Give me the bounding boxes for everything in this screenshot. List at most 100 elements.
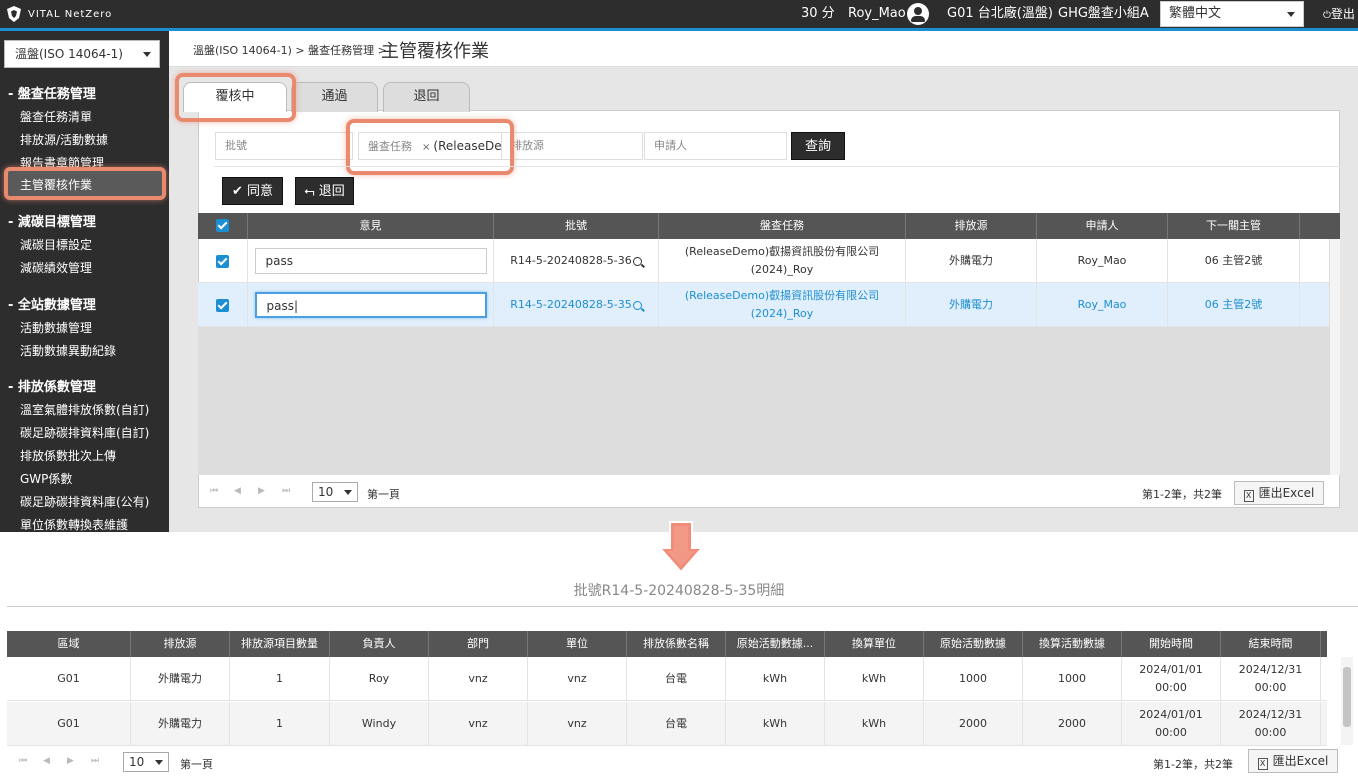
sidebar-item-cf-custom[interactable]: 碳足跡碳排資料庫(自訂) [20, 424, 149, 441]
detail-col[interactable]: 原始活動數據 [924, 631, 1023, 657]
detail-col[interactable]: 結束時間 [1221, 631, 1321, 657]
reject-button[interactable]: ⮢ 退回 [295, 177, 354, 205]
row-checkbox[interactable] [216, 298, 229, 312]
query-button[interactable]: 查詢 [791, 132, 845, 160]
detail-col[interactable]: 換算活動數據 [1023, 631, 1122, 657]
task-cell-line1: (ReleaseDemo)叡揚資訊股份有限公司 [684, 289, 880, 302]
grid-empty-area [198, 327, 1329, 475]
opinion-input-focused[interactable]: pass| [254, 292, 487, 318]
sidebar-section-factor[interactable]: - 排放係數管理 [8, 376, 96, 395]
chevron-down-icon [143, 52, 151, 57]
logout-label: 登出 [1330, 7, 1355, 21]
sidebar-item-ghg-factor[interactable]: 溫室氣體排放係數(自訂) [20, 401, 149, 418]
col-task[interactable]: 盤查任務 [659, 213, 906, 239]
detail-col[interactable]: 排放源項目數量 [230, 631, 330, 657]
page-size-value: 10 [129, 755, 145, 769]
prev-page-icon[interactable]: ◀ [234, 486, 244, 498]
detail-col[interactable]: 換算單位 [825, 631, 924, 657]
col-batch[interactable]: 批號 [494, 213, 659, 239]
sidebar-section-task[interactable]: - 盤查任務管理 [8, 83, 96, 102]
sidebar-item-activity-data[interactable]: 活動數據管理 [20, 319, 92, 336]
export-excel-button[interactable]: X 匯出Excel [1248, 749, 1338, 773]
sidebar-item-emission-source[interactable]: 排放源/活動數據 [20, 131, 108, 148]
sidebar-item-cf-public[interactable]: 碳足跡碳排資料庫(公有) [20, 493, 149, 510]
tab-rejected[interactable]: 退回 [383, 82, 470, 112]
table-row-selected[interactable]: pass| R14-5-20240828-5-35 (ReleaseDemo)叡… [198, 283, 1329, 327]
sidebar-section-reduction[interactable]: - 減碳目標管理 [8, 211, 96, 230]
username[interactable]: Roy_Mao [848, 0, 906, 28]
scroll-thumb[interactable] [1343, 667, 1351, 727]
site-selector[interactable]: G01 台北廠(溫盤) [947, 0, 1053, 28]
approve-button[interactable]: ✔ 同意 [222, 177, 283, 205]
sidebar-section-site-data[interactable]: - 全站數據管理 [8, 294, 96, 313]
sidebar-item-reduction-performance[interactable]: 減碳績效管理 [20, 259, 92, 276]
select-all-checkbox[interactable] [216, 219, 229, 232]
batch-cell: R14-5-20240828-5-36 [510, 254, 632, 267]
search-icon[interactable] [632, 256, 642, 266]
detail-scrollbar[interactable] [1341, 657, 1353, 745]
source-filter-input[interactable]: 排放源 [501, 132, 643, 160]
detail-col[interactable]: 區域 [7, 631, 131, 657]
sidebar-item-batch-upload[interactable]: 排放係數批次上傳 [20, 447, 116, 464]
user-avatar-icon[interactable] [907, 3, 929, 25]
brand-logo[interactable]: VITAL NetZero [6, 4, 112, 24]
detail-pager: ⏮ ◀ ▶ ⏭ 10 第一頁 第1-2筆，共2筆 X 匯出Excel [7, 748, 1358, 778]
divider [214, 166, 1340, 167]
detail-col[interactable]: 開始時間 [1122, 631, 1221, 657]
grid-scrollbar[interactable] [1329, 239, 1340, 475]
search-icon[interactable] [632, 300, 642, 310]
detail-col[interactable]: 排放源 [131, 631, 230, 657]
sidebar-item-unit-conversion[interactable]: 單位係數轉換表維護 [20, 516, 128, 532]
sidebar-item-supervisor-review[interactable]: 主管覆核作業 [4, 167, 166, 200]
detail-cell-line: 00:00 [1155, 726, 1187, 739]
next-page-icon[interactable]: ▶ [258, 486, 268, 498]
logout-button[interactable]: ⏻登出 [1323, 0, 1355, 28]
export-excel-button[interactable]: X 匯出Excel [1234, 481, 1324, 505]
batch-cell: R14-5-20240828-5-35 [510, 298, 632, 311]
tab-approved[interactable]: 通過 [291, 82, 378, 112]
opinion-input[interactable]: pass [254, 248, 487, 274]
applicant-filter-input[interactable]: 申請人 [644, 132, 787, 160]
detail-cell-line: 00:00 [1254, 726, 1287, 739]
detail-cell: G01 [7, 657, 131, 701]
table-row[interactable]: pass R14-5-20240828-5-36 (ReleaseDemo)叡揚… [198, 239, 1329, 283]
sidebar-item-activity-log[interactable]: 活動數據異動紀錄 [20, 342, 116, 359]
col-applicant[interactable]: 申請人 [1037, 213, 1168, 239]
detail-col[interactable]: 原始活動數據... [726, 631, 825, 657]
col-opinion[interactable]: 意見 [248, 213, 494, 239]
first-page-icon[interactable]: ⏮ [19, 756, 29, 768]
applicant-cell: Roy_Mao [1037, 283, 1168, 327]
detail-cell: 2000 [924, 702, 1023, 746]
first-page-icon[interactable]: ⏮ [210, 486, 220, 498]
prev-page-icon[interactable]: ◀ [43, 756, 53, 768]
next-page-icon[interactable]: ▶ [67, 756, 77, 768]
sidebar-item-task-list[interactable]: 盤查任務清單 [20, 108, 92, 125]
detail-table-row[interactable]: G01 外購電力 1 Roy vnz vnz 台電 kWh kWh 1000 1000 2024/01… [7, 657, 1327, 701]
select-all-cell[interactable] [198, 213, 248, 239]
detail-col[interactable]: 單位 [528, 631, 627, 657]
detail-cell: vnz [429, 657, 528, 701]
shield-logo-icon [7, 6, 21, 22]
page-size-select[interactable]: 10 [123, 752, 169, 772]
detail-title: 批號R14-5-20240828-5-35明細 [573, 583, 785, 599]
row-checkbox[interactable] [216, 254, 229, 268]
last-page-icon[interactable]: ⏭ [282, 486, 292, 498]
return-arrow-icon: ⮢ [304, 184, 315, 199]
detail-cell: kWh [726, 657, 825, 701]
detail-col[interactable]: 負責人 [330, 631, 429, 657]
col-source[interactable]: 排放源 [906, 213, 1037, 239]
detail-col[interactable]: 排放係數名稱 [627, 631, 726, 657]
sidebar-item-reduction-target[interactable]: 減碳目標設定 [20, 236, 92, 253]
detail-table-row[interactable]: G01 外購電力 1 Windy vnz vnz 台電 kWh kWh 2000 2000 2024/… [7, 702, 1327, 746]
breadcrumb-path[interactable]: 溫盤(ISO 14064-1) > 盤查任務管理 > [193, 42, 387, 58]
detail-col[interactable]: 部門 [429, 631, 528, 657]
group-selector[interactable]: GHG盤查小組A [1058, 0, 1149, 28]
batch-filter-input[interactable]: 批號 [215, 132, 353, 160]
sidebar-item-gwp[interactable]: GWP係數 [20, 470, 72, 487]
source-cell: 外購電力 [906, 283, 1037, 327]
standard-select[interactable]: 溫盤(ISO 14064-1) [4, 40, 160, 68]
language-select[interactable]: 繁體中文 [1160, 1, 1304, 27]
page-size-select[interactable]: 10 [312, 482, 358, 502]
col-next-supervisor[interactable]: 下一關主管 [1168, 213, 1300, 239]
last-page-icon[interactable]: ⏭ [91, 756, 101, 768]
